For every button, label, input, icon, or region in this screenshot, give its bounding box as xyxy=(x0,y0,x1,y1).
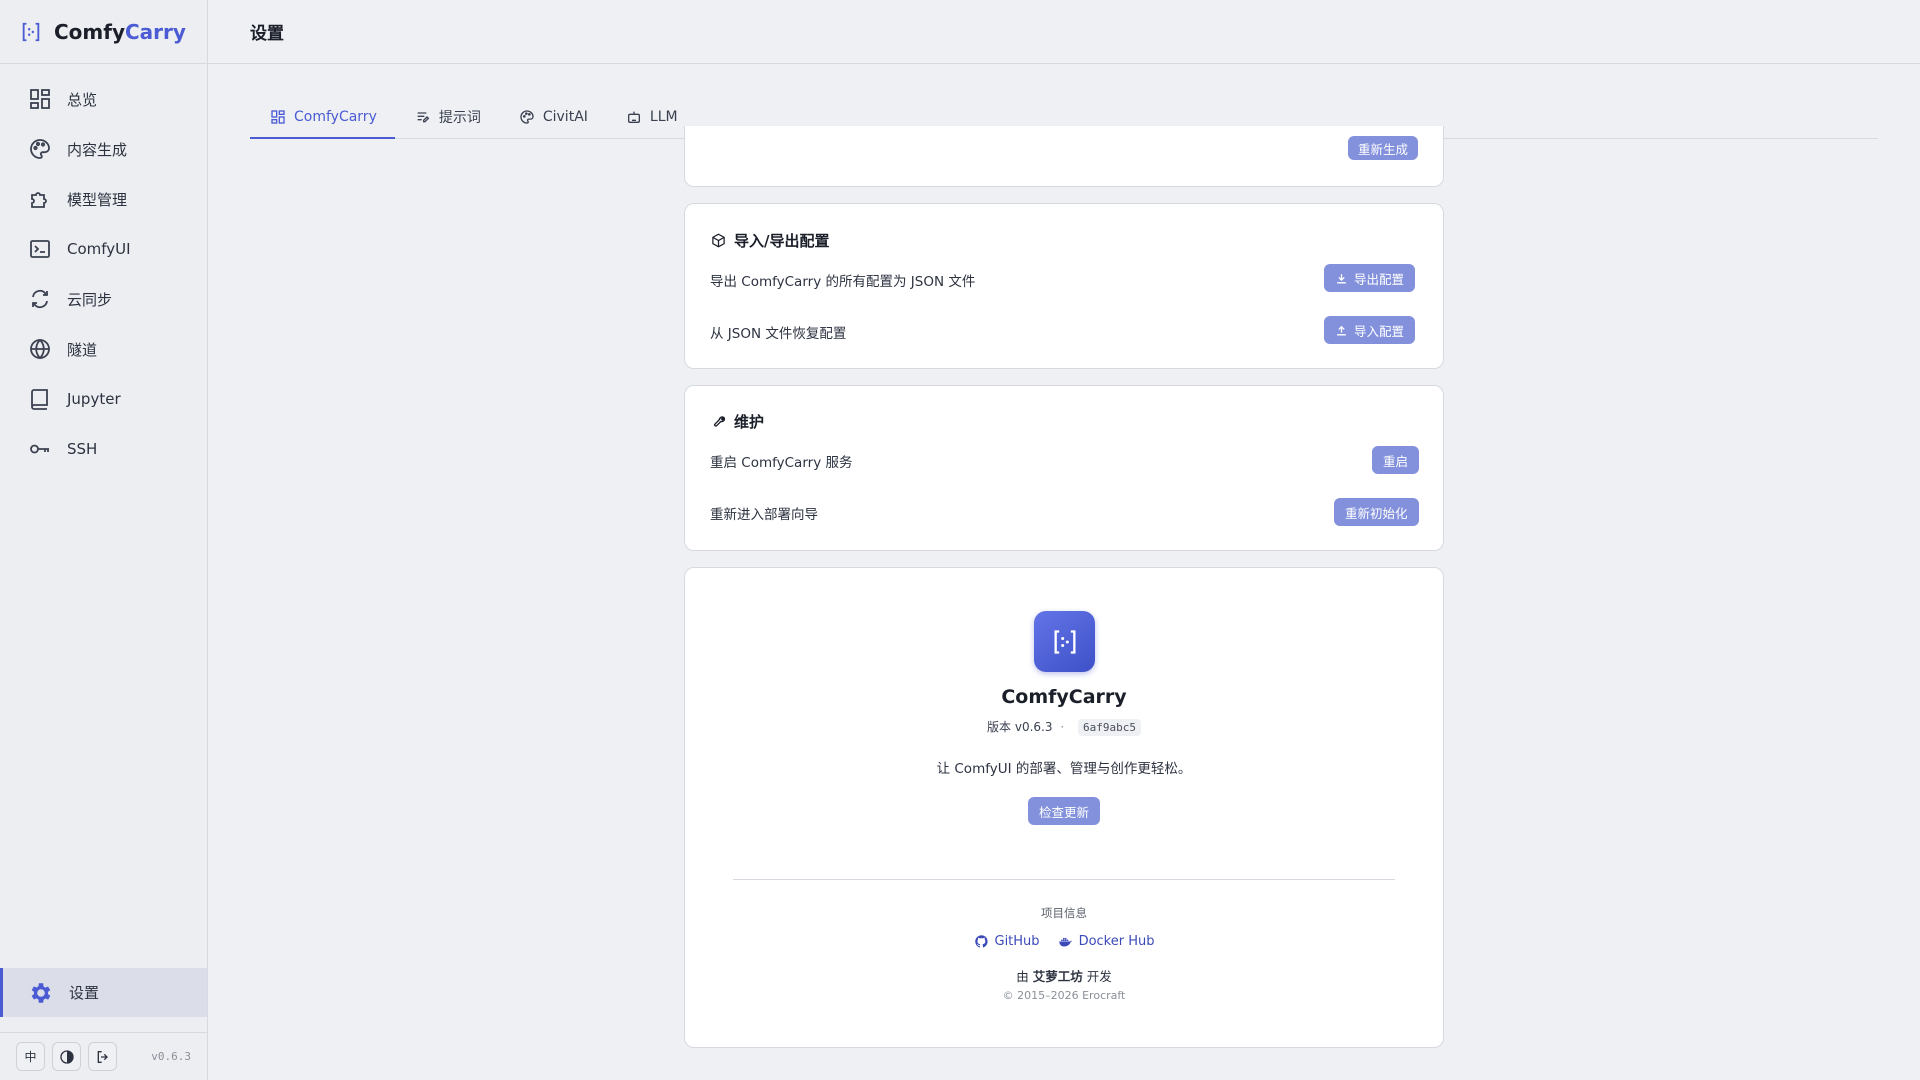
tab-label: LLM xyxy=(649,109,678,125)
sidebar-item-label: 模型管理 xyxy=(67,190,128,209)
logout-button[interactable] xyxy=(88,1042,117,1071)
about-card: ComfyCarry 版本 v0.6.3 · 6af9abc5 让 ComfyU… xyxy=(684,567,1444,1048)
tab-label: 提示词 xyxy=(438,110,481,126)
tagline: 让 ComfyUI 的部署、管理与创作更轻松。 xyxy=(936,761,1192,777)
sidebar-item-generate[interactable]: 内容生成 xyxy=(0,124,207,174)
tab-civitai[interactable]: CivitAI xyxy=(499,96,606,138)
card-title: 导入/导出配置 xyxy=(711,230,829,251)
card-title: 维护 xyxy=(711,411,764,432)
sync-icon xyxy=(28,287,52,311)
brand-name-part2: Carry xyxy=(125,19,186,44)
tab-comfycarry[interactable]: ComfyCarry xyxy=(250,96,395,139)
palette-icon xyxy=(28,137,52,161)
sidebar-item-models[interactable]: 模型管理 xyxy=(0,174,207,224)
prompt-icon xyxy=(417,112,430,123)
commit-hash: 6af9abc5 xyxy=(1077,719,1141,736)
download-icon xyxy=(1337,273,1346,283)
export-config-button[interactable]: 导出配置 xyxy=(1324,264,1416,292)
dockerhub-link[interactable]: Docker Hub xyxy=(1058,934,1154,949)
comfycarry-logo-icon xyxy=(20,21,42,43)
sidebar-item-ssh[interactable]: SSH xyxy=(0,424,207,474)
sidebar-item-label: 云同步 xyxy=(67,290,113,309)
sidebar-item-overview[interactable]: 总览 xyxy=(0,74,207,124)
sidebar-item-tunnel[interactable]: 隧道 xyxy=(0,324,207,374)
sidebar-item-settings[interactable]: 设置 xyxy=(0,968,207,1017)
box-icon xyxy=(712,233,725,248)
dashboard-icon xyxy=(28,87,52,111)
reinitialize-button[interactable]: 重新初始化 xyxy=(1334,498,1419,526)
sidebar-item-label: 设置 xyxy=(69,984,100,1002)
sidebar-item-label: Jupyter xyxy=(67,390,121,408)
gear-icon xyxy=(28,980,54,1006)
sidebar-item-jupyter[interactable]: Jupyter xyxy=(0,374,207,424)
tab-label: ComfyCarry xyxy=(294,108,377,125)
import-description: 从 JSON 文件恢复配置 xyxy=(710,326,847,342)
import-config-button[interactable]: 导入配置 xyxy=(1324,316,1416,344)
sidebar-item-label: 隧道 xyxy=(67,340,98,359)
language-toggle-button[interactable]: 中 xyxy=(16,1042,45,1071)
docker-icon xyxy=(1058,937,1072,947)
sidebar-item-label: ComfyUI xyxy=(67,240,131,258)
github-link[interactable]: GitHub xyxy=(974,934,1040,949)
page-title: 设置 xyxy=(250,24,284,44)
copyright: © 2015–2026 Erocraft xyxy=(1002,989,1126,1002)
sidebar: ComfyCarry 总览 内容生成 模型管理 ComfyUI 云同步 隧道 xyxy=(0,0,208,1080)
grid-icon xyxy=(271,109,285,124)
sidebar-nav: 总览 内容生成 模型管理 ComfyUI 云同步 隧道 Jupyter SSH xyxy=(0,64,207,474)
reinit-description: 重新进入部署向导 xyxy=(710,507,818,523)
app-logo-icon xyxy=(1034,611,1095,672)
brand[interactable]: Comfy Carry xyxy=(0,0,207,64)
theme-toggle-button[interactable] xyxy=(52,1042,81,1071)
page-header: 设置 xyxy=(208,0,1920,64)
book-icon xyxy=(28,387,52,411)
palette-icon xyxy=(520,110,534,124)
maintenance-card: 维护 重启 ComfyCarry 服务 重启 重新进入部署向导 重新初始化 xyxy=(684,385,1444,551)
sidebar-item-label: 总览 xyxy=(67,90,98,109)
github-icon xyxy=(974,935,988,948)
wrench-icon xyxy=(713,416,726,427)
tab-prompts[interactable]: 提示词 xyxy=(395,96,499,138)
sidebar-item-label: 内容生成 xyxy=(67,140,128,159)
tab-llm[interactable]: LLM xyxy=(606,96,696,138)
upload-icon xyxy=(1337,325,1346,335)
sidebar-item-cloud-sync[interactable]: 云同步 xyxy=(0,274,207,324)
regenerate-button[interactable]: 重新生成 xyxy=(1348,136,1419,160)
version-row: 版本 v0.6.3 · 6af9abc5 xyxy=(685,718,1443,736)
logout-icon xyxy=(97,1050,108,1063)
version-text: 版本 v0.6.3 xyxy=(987,720,1053,734)
contrast-icon xyxy=(59,1049,74,1064)
robot-icon xyxy=(627,111,640,123)
app-name: ComfyCarry xyxy=(1001,686,1127,708)
restart-button[interactable]: 重启 xyxy=(1372,446,1420,474)
brand-name-part1: Comfy xyxy=(54,19,125,44)
terminal-icon xyxy=(28,237,52,261)
author-name: 艾萝工坊 xyxy=(1032,969,1083,984)
version-label: v0.6.3 xyxy=(151,1050,191,1063)
tab-label: CivitAI xyxy=(542,109,588,125)
about-divider xyxy=(733,879,1395,880)
made-by: 由 艾萝工坊 开发 xyxy=(1016,969,1112,984)
import-export-card: 导入/导出配置 导出 ComfyCarry 的所有配置为 JSON 文件 导出配… xyxy=(684,203,1444,369)
sidebar-item-comfyui[interactable]: ComfyUI xyxy=(0,224,207,274)
export-description: 导出 ComfyCarry 的所有配置为 JSON 文件 xyxy=(710,274,976,290)
project-info-label: 项目信息 xyxy=(1041,906,1087,920)
key-icon xyxy=(28,437,52,461)
puzzle-icon xyxy=(28,187,52,211)
check-update-button[interactable]: 检查更新 xyxy=(1027,797,1100,825)
sidebar-footer: 中 v0.6.3 xyxy=(0,1032,207,1080)
sidebar-item-label: SSH xyxy=(67,440,98,458)
regenerate-card: 重新生成 xyxy=(684,126,1444,187)
version-separator: · xyxy=(1060,720,1065,734)
project-links: GitHub Docker Hub xyxy=(685,934,1443,949)
check-update-wrap: 检查更新 xyxy=(685,797,1443,825)
restart-description: 重启 ComfyCarry 服务 xyxy=(710,455,853,471)
globe-icon xyxy=(28,337,52,361)
